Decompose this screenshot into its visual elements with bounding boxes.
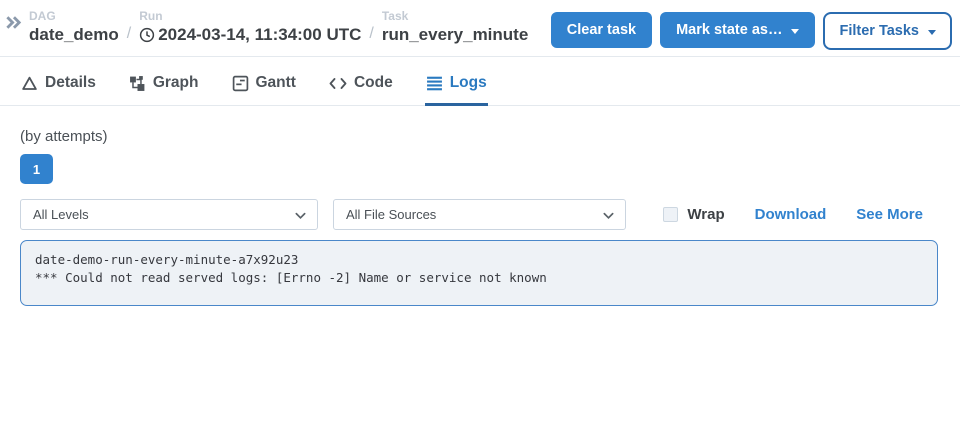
breadcrumb-task: Task run_every_minute [382, 9, 528, 46]
tab-label: Logs [450, 74, 487, 92]
logs-panel: (by attempts) 1 All Levels All File Sour… [0, 106, 960, 306]
log-lines-icon [426, 75, 443, 92]
chevron-down-icon [294, 209, 307, 222]
wrap-checkbox[interactable] [663, 207, 678, 222]
task-instance-page: { "header": { "breadcrumb": [ { "label":… [0, 0, 960, 437]
clock-icon [139, 27, 155, 43]
breadcrumb: DAG date_demo / Run 2024-03-14, 11:34:00… [29, 9, 528, 46]
see-more-link[interactable]: See More [856, 206, 923, 223]
tab-logs[interactable]: Logs [425, 70, 488, 106]
dag-name-link[interactable]: date_demo [29, 23, 119, 46]
log-level-select[interactable]: All Levels [20, 199, 318, 230]
breadcrumb-run: Run 2024-03-14, 11:34:00 UTC [139, 9, 361, 46]
sidebar-toggle-button[interactable] [5, 14, 22, 31]
gantt-chart-icon [232, 75, 249, 92]
log-filter-row: All Levels All File Sources Wrap Downloa… [20, 199, 938, 230]
filter-tasks-label: Filter Tasks [839, 23, 919, 39]
tab-label: Graph [153, 74, 199, 92]
mark-state-label: Mark state as… [676, 22, 782, 38]
run-label: Run [139, 9, 361, 23]
tab-label: Code [354, 74, 393, 92]
download-link[interactable]: Download [755, 206, 827, 223]
tab-code[interactable]: Code [328, 70, 394, 106]
tab-graph[interactable]: Graph [128, 70, 200, 106]
run-date-text: 2024-03-14, 11:34:00 UTC [158, 23, 361, 46]
run-date-link[interactable]: 2024-03-14, 11:34:00 UTC [139, 23, 361, 46]
breadcrumb-dag: DAG date_demo [29, 9, 119, 46]
tab-label: Gantt [256, 74, 296, 92]
log-output-box: date-demo-run-every-minute-a7x92u23 *** … [20, 240, 938, 306]
graph-nodes-icon [129, 75, 146, 92]
attempt-1-button[interactable]: 1 [20, 154, 53, 184]
file-source-value: All File Sources [346, 207, 436, 222]
breadcrumb-separator: / [127, 25, 131, 46]
task-name-link[interactable]: run_every_minute [382, 23, 528, 46]
dag-label: DAG [29, 9, 119, 23]
attempts-caption: (by attempts) [20, 128, 960, 146]
header: DAG date_demo / Run 2024-03-14, 11:34:00… [0, 0, 960, 57]
code-brackets-icon [329, 75, 347, 92]
triangle-details-icon [21, 75, 38, 92]
tab-details[interactable]: Details [20, 70, 97, 106]
chevron-down-icon [602, 209, 615, 222]
filter-tasks-button[interactable]: Filter Tasks [823, 12, 952, 50]
log-line: date-demo-run-every-minute-a7x92u23 [35, 251, 923, 269]
caret-down-icon [791, 29, 799, 34]
file-source-select[interactable]: All File Sources [333, 199, 626, 230]
log-tools: Wrap Download See More [663, 206, 938, 223]
breadcrumb-separator: / [369, 25, 373, 46]
log-line: *** Could not read served logs: [Errno -… [35, 269, 923, 287]
header-actions: Clear task Mark state as… Filter Tasks [551, 9, 952, 50]
log-level-value: All Levels [33, 207, 89, 222]
wrap-label: Wrap [687, 206, 724, 223]
clear-task-label: Clear task [567, 22, 636, 38]
tab-gantt[interactable]: Gantt [231, 70, 297, 106]
mark-state-as-button[interactable]: Mark state as… [660, 12, 815, 48]
double-chevron-right-icon [5, 19, 22, 34]
caret-down-icon [928, 30, 936, 35]
clear-task-button[interactable]: Clear task [551, 12, 652, 48]
tab-label: Details [45, 74, 96, 92]
tab-bar: Details Graph Gantt Code [0, 70, 960, 106]
task-label: Task [382, 9, 528, 23]
